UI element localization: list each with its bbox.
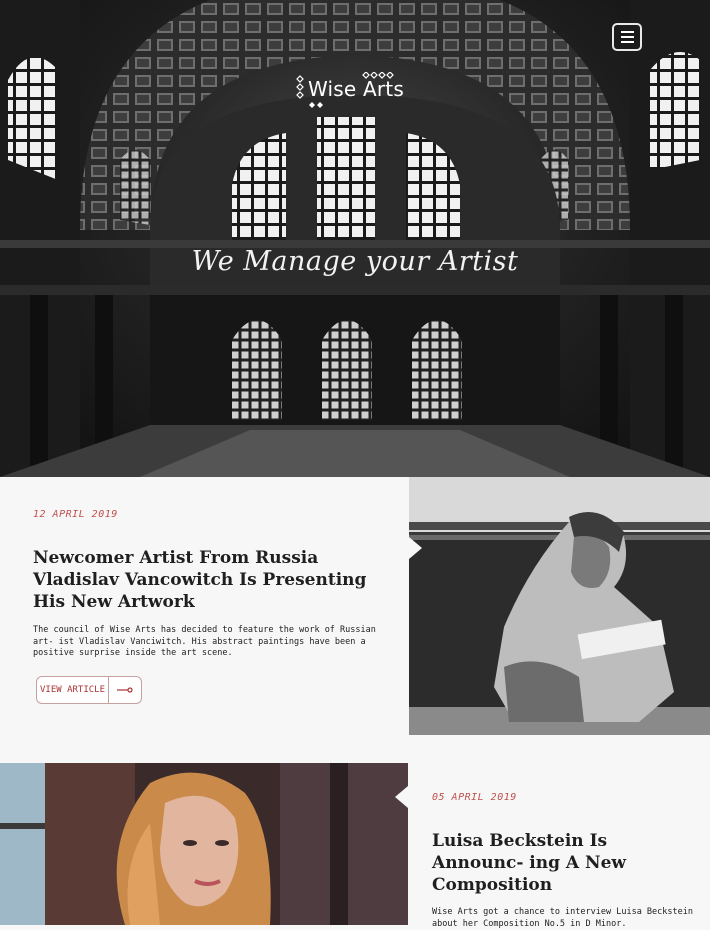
hero-section: Wise Arts We Manage your Artist (0, 0, 710, 477)
hamburger-menu-button[interactable] (612, 23, 642, 51)
article-excerpt: The council of Wise Arts has decided to … (33, 625, 376, 658)
brand-name: Wise Arts (308, 77, 404, 101)
brand-logo[interactable]: Wise Arts (296, 72, 406, 112)
article-title[interactable]: Luisa Beckstein Is Announc- ing A New Co… (432, 830, 694, 896)
article-date: 12 APRIL 2019 (33, 509, 118, 520)
menu-line-icon (620, 31, 634, 33)
article-image-artist[interactable] (409, 477, 710, 735)
image-notch (409, 537, 422, 559)
arrow-right-icon (109, 677, 141, 703)
article-date: 05 APRIL 2019 (432, 792, 517, 803)
view-article-button[interactable]: VIEW ARTICLE (36, 676, 142, 704)
menu-line-icon (620, 36, 634, 38)
composer-photo (0, 763, 408, 925)
artist-photo (409, 477, 710, 735)
hero-tagline: We Manage your Artist (191, 246, 519, 277)
article-image-composer[interactable] (0, 763, 408, 925)
image-notch (395, 786, 408, 808)
menu-line-icon (620, 41, 634, 43)
article-excerpt: Wise Arts got a chance to interview Luis… (432, 907, 693, 929)
view-article-label: VIEW ARTICLE (37, 677, 109, 703)
article-title[interactable]: Newcomer Artist From Russia Vladislav Va… (33, 547, 393, 613)
